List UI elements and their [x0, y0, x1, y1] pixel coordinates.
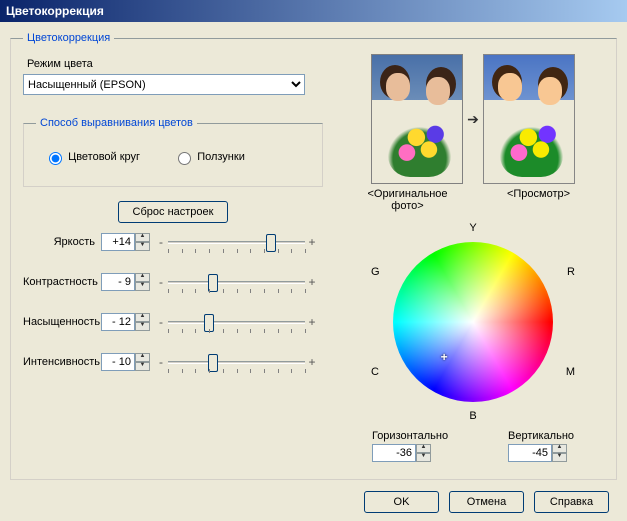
group-legend: Цветокоррекция — [23, 32, 114, 44]
horizontal-spin-up[interactable]: ▲ — [416, 444, 431, 453]
minus-icon: - — [156, 355, 166, 369]
vertical-spin-up[interactable]: ▲ — [552, 444, 567, 453]
balance-method-group: Способ выравнивания цветов Цветовой круг… — [23, 117, 323, 187]
intensity-slider[interactable] — [168, 351, 305, 373]
horizontal-spin-down[interactable]: ▼ — [416, 453, 431, 462]
minus-icon: - — [156, 235, 166, 249]
balance-method-legend: Способ выравнивания цветов — [36, 117, 197, 129]
saturation-value[interactable] — [101, 313, 135, 331]
contrast-row: Контрастность ▲ ▼ - + — [23, 271, 323, 293]
saturation-spin-up[interactable]: ▲ — [135, 313, 150, 322]
saturation-label: Насыщенность — [23, 316, 101, 328]
wheel-label-r: R — [567, 266, 575, 278]
original-thumbnail — [371, 54, 463, 184]
arrow-right-icon: ➔ — [467, 111, 479, 128]
brightness-spin-down[interactable]: ▼ — [135, 242, 150, 251]
minus-icon: - — [156, 315, 166, 329]
intensity-row: Интенсивность ▲ ▼ - + — [23, 351, 323, 373]
plus-icon: + — [307, 235, 317, 249]
radio-sliders[interactable]: Ползунки — [173, 149, 245, 165]
wheel-label-m: M — [566, 366, 575, 378]
contrast-value[interactable] — [101, 273, 135, 291]
ok-button[interactable]: OK — [364, 491, 439, 513]
plus-icon: + — [307, 355, 317, 369]
color-mode-select[interactable]: Насыщенный (EPSON) — [23, 74, 305, 95]
color-mode-label: Режим цвета — [27, 58, 323, 70]
contrast-slider[interactable] — [168, 271, 305, 293]
plus-icon: + — [307, 315, 317, 329]
brightness-label: Яркость — [23, 236, 101, 248]
preview-caption: <Просмотр> — [484, 188, 594, 212]
horizontal-value[interactable] — [372, 444, 416, 462]
original-caption: <Оригинальное фото> — [353, 188, 463, 212]
color-correction-group: Цветокоррекция Режим цвета Насыщенный (E… — [10, 32, 617, 480]
saturation-slider[interactable] — [168, 311, 305, 333]
contrast-spin-up[interactable]: ▲ — [135, 273, 150, 282]
saturation-spin-down[interactable]: ▼ — [135, 322, 150, 331]
vertical-value[interactable] — [508, 444, 552, 462]
intensity-spin-down[interactable]: ▼ — [135, 362, 150, 371]
window-title: Цветокоррекция — [0, 0, 627, 22]
cancel-button[interactable]: Отмена — [449, 491, 524, 513]
vertical-spin-down[interactable]: ▼ — [552, 453, 567, 462]
plus-icon: + — [307, 275, 317, 289]
wheel-label-y: Y — [469, 222, 476, 234]
brightness-slider[interactable] — [168, 231, 305, 253]
help-button[interactable]: Справка — [534, 491, 609, 513]
intensity-value[interactable] — [101, 353, 135, 371]
color-wheel[interactable]: Y G R C M B + — [373, 222, 573, 422]
saturation-row: Насыщенность ▲ ▼ - + — [23, 311, 323, 333]
reset-button[interactable]: Сброс настроек — [118, 201, 228, 223]
intensity-spin-up[interactable]: ▲ — [135, 353, 150, 362]
contrast-spin-down[interactable]: ▼ — [135, 282, 150, 291]
radio-color-wheel[interactable]: Цветовой круг — [44, 149, 140, 165]
intensity-label: Интенсивность — [23, 356, 101, 368]
brightness-spin-up[interactable]: ▲ — [135, 233, 150, 242]
wheel-label-c: C — [371, 366, 379, 378]
wheel-label-g: G — [371, 266, 380, 278]
horizontal-label: Горизонтально — [372, 430, 448, 442]
brightness-value[interactable] — [101, 233, 135, 251]
contrast-label: Контрастность — [23, 276, 101, 288]
wheel-label-b: B — [469, 410, 476, 422]
preview-thumbnail — [483, 54, 575, 184]
minus-icon: - — [156, 275, 166, 289]
brightness-row: Яркость ▲ ▼ - + — [23, 231, 323, 253]
vertical-label: Вертикально — [508, 430, 574, 442]
